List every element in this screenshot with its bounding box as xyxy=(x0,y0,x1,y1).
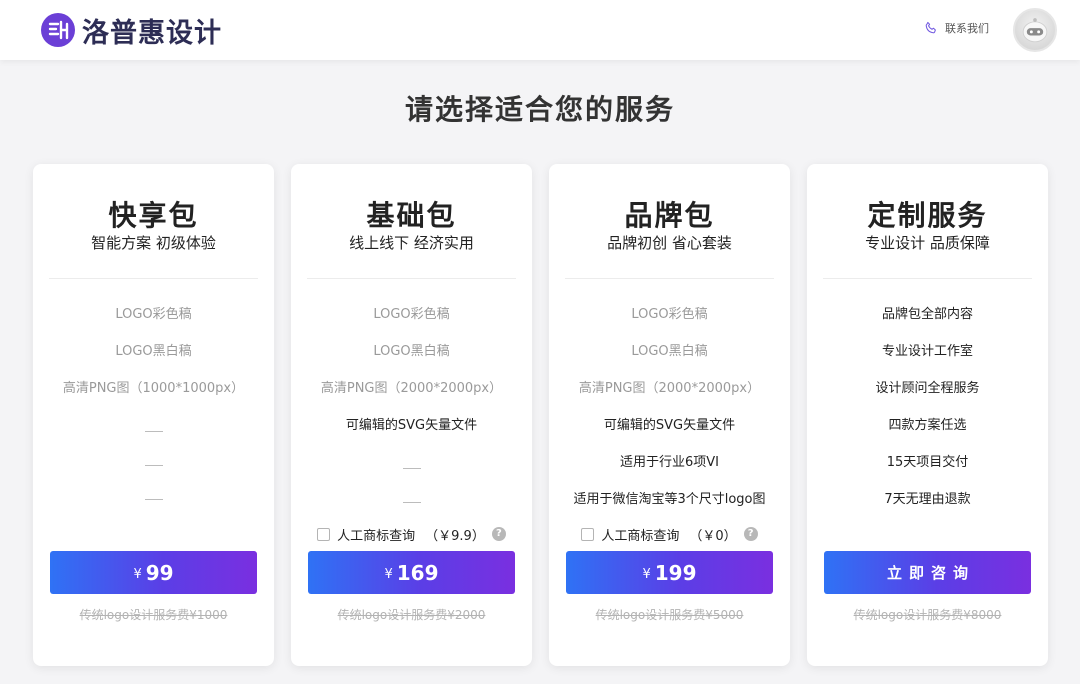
addon-price: （￥0） xyxy=(689,528,737,544)
not-included-dash xyxy=(402,467,421,469)
not-included-row xyxy=(291,451,532,485)
contact-us-label: 联系我们 xyxy=(945,22,989,35)
not-included-row xyxy=(33,482,274,516)
plan-title: 快享包 xyxy=(108,199,199,232)
feature-item: LOGO彩色稿 xyxy=(373,307,450,322)
price-amount: 199 xyxy=(654,560,697,585)
plan-card-brand: 品牌包 品牌初创 省心套装 LOGO彩色稿 LOGO黑白稿 高清PNG图（200… xyxy=(549,164,790,666)
not-included-row xyxy=(291,485,532,519)
feature-item: 高清PNG图（2000*2000px） xyxy=(578,381,761,396)
feature-item: LOGO黑白稿 xyxy=(115,344,192,359)
not-included-row xyxy=(33,448,274,482)
buy-button-169[interactable]: ¥ 169 xyxy=(308,551,515,594)
divider xyxy=(49,278,258,279)
feature-item: 适用于微信淘宝等3个尺寸logo图 xyxy=(573,492,766,507)
robot-avatar-icon xyxy=(1022,18,1048,43)
feature-item: LOGO黑白稿 xyxy=(631,344,708,359)
reference-price: 传统logo设计服务费¥2000 xyxy=(337,608,486,622)
not-included-dash xyxy=(144,498,163,500)
plan-subtitle: 专业设计 品质保障 xyxy=(865,234,990,252)
contact-us-link[interactable]: 联系我们 xyxy=(924,20,989,36)
plan-card-basic: 基础包 线上线下 经济实用 LOGO彩色稿 LOGO黑白稿 高清PNG图（200… xyxy=(291,164,532,666)
trademark-search-addon: 人工商标查询 （￥0） ? xyxy=(549,524,790,544)
feature-item: 7天无理由退款 xyxy=(884,492,971,507)
price-amount: 169 xyxy=(396,560,439,585)
plan-subtitle: 线上线下 经济实用 xyxy=(349,234,474,252)
reference-price: 传统logo设计服务费¥8000 xyxy=(853,608,1002,622)
feature-item: LOGO黑白稿 xyxy=(373,344,450,359)
buy-button-99[interactable]: ¥ 99 xyxy=(50,551,257,594)
feature-item: 四款方案任选 xyxy=(888,418,967,433)
trademark-search-addon: 人工商标查询 （￥9.9） ? xyxy=(291,524,532,544)
plan-title: 基础包 xyxy=(366,199,457,232)
feature-item: 15天项目交付 xyxy=(886,455,969,470)
divider xyxy=(823,278,1032,279)
brand-name: 洛普惠设计 xyxy=(82,17,222,49)
not-included-row xyxy=(33,414,274,448)
addon-price: （￥9.9） xyxy=(425,528,485,544)
feature-item: 适用于行业6项VI xyxy=(620,455,719,470)
divider xyxy=(565,278,774,279)
feature-item: 高清PNG图（1000*1000px） xyxy=(62,381,245,396)
plan-card-custom: 定制服务 专业设计 品质保障 品牌包全部内容 专业设计工作室 设计顾问全程服务 … xyxy=(807,164,1048,666)
plan-subtitle: 品牌初创 省心套装 xyxy=(607,234,732,252)
feature-list: LOGO彩色稿 LOGO黑白稿 高清PNG图（1000*1000px） xyxy=(33,303,274,516)
not-included-dash xyxy=(402,501,421,503)
plan-title: 定制服务 xyxy=(867,199,988,232)
plan-subtitle: 智能方案 初级体验 xyxy=(91,234,216,252)
feature-item: 品牌包全部内容 xyxy=(881,307,973,322)
trademark-search-checkbox[interactable] xyxy=(581,527,595,541)
user-avatar[interactable] xyxy=(1013,8,1057,52)
feature-list: LOGO彩色稿 LOGO黑白稿 高清PNG图（2000*2000px） 可编辑的… xyxy=(291,303,532,519)
help-icon[interactable]: ? xyxy=(743,527,758,541)
feature-item: 专业设计工作室 xyxy=(881,344,973,359)
currency-symbol: ¥ xyxy=(642,566,651,582)
page-title: 请选择适合您的服务 xyxy=(404,93,675,126)
feature-list: 品牌包全部内容 专业设计工作室 设计顾问全程服务 四款方案任选 15天项目交付 … xyxy=(807,303,1048,525)
currency-symbol: ¥ xyxy=(133,566,142,582)
consult-now-label: 立即咨询 xyxy=(886,564,975,582)
feature-item: 设计顾问全程服务 xyxy=(875,381,980,396)
reference-price: 传统logo设计服务费¥5000 xyxy=(595,608,744,622)
plan-title: 品牌包 xyxy=(624,199,715,232)
feature-item: 可编辑的SVG矢量文件 xyxy=(345,418,478,433)
reference-price: 传统logo设计服务费¥1000 xyxy=(79,608,228,622)
brand-logo[interactable]: 洛普惠设计 xyxy=(40,11,222,49)
currency-symbol: ¥ xyxy=(384,566,393,582)
phone-icon xyxy=(925,21,936,34)
addon-label: 人工商标查询 xyxy=(337,528,416,544)
price-amount: 99 xyxy=(145,560,174,585)
feature-item: LOGO彩色稿 xyxy=(115,307,192,322)
plan-card-quick: 快享包 智能方案 初级体验 LOGO彩色稿 LOGO黑白稿 高清PNG图（100… xyxy=(33,164,274,666)
feature-item: LOGO彩色稿 xyxy=(631,307,708,322)
feature-item: 高清PNG图（2000*2000px） xyxy=(320,381,503,396)
top-header: 洛普惠设计 联系我们 xyxy=(0,0,1080,60)
not-included-dash xyxy=(144,430,163,432)
feature-item: 可编辑的SVG矢量文件 xyxy=(603,418,736,433)
help-icon[interactable]: ? xyxy=(491,527,506,541)
consult-now-button[interactable]: 立即咨询 xyxy=(824,551,1031,594)
trademark-search-checkbox[interactable] xyxy=(317,527,331,541)
logo-mark-icon xyxy=(41,13,75,47)
divider xyxy=(307,278,516,279)
feature-list: LOGO彩色稿 LOGO黑白稿 高清PNG图（2000*2000px） 可编辑的… xyxy=(549,303,790,525)
addon-label: 人工商标查询 xyxy=(601,528,680,544)
not-included-dash xyxy=(144,464,163,466)
buy-button-199[interactable]: ¥ 199 xyxy=(566,551,773,594)
